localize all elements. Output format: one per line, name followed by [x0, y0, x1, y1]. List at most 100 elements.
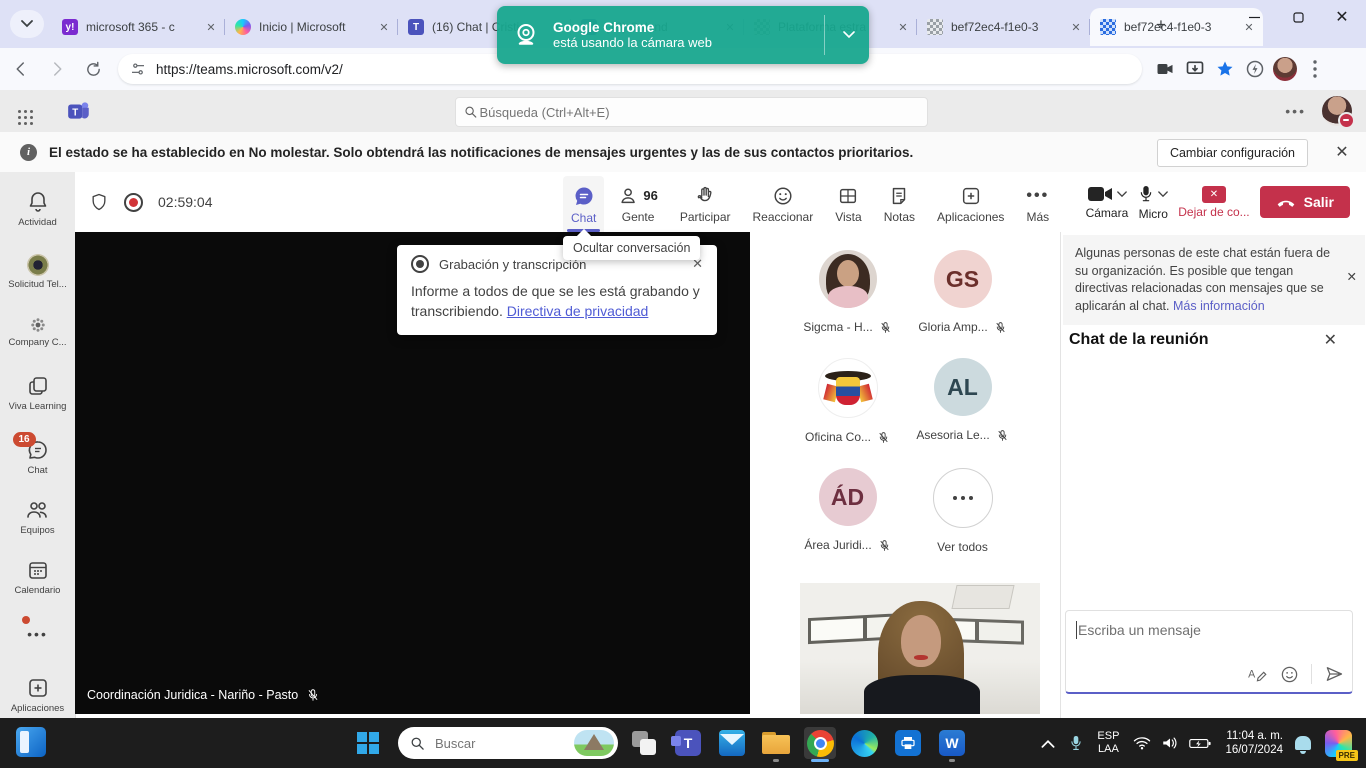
copilot-icon[interactable]: PRE — [1325, 730, 1352, 757]
calendar-icon — [26, 558, 50, 582]
mic-button[interactable]: Micro — [1138, 183, 1168, 221]
app-emblem-icon — [27, 254, 49, 276]
tray-mic-icon[interactable] — [1069, 733, 1083, 753]
site-settings-icon[interactable] — [130, 61, 146, 77]
stop-sharing-button[interactable]: ✕ Dejar de co... — [1178, 186, 1249, 219]
participant-initials-avatar: ÁD — [819, 468, 877, 526]
tray-chevron-up-icon[interactable] — [1041, 739, 1055, 748]
browser-tab-bef72ec4-1[interactable]: bef72ec4-f1e0-3 ✕ — [917, 10, 1090, 44]
message-input[interactable]: Escriba un mensaje — [1078, 622, 1201, 638]
battery-charging-icon[interactable] — [1189, 737, 1211, 750]
taskbar-clock[interactable]: 11:04 a. m.16/07/2024 — [1225, 729, 1283, 757]
see-all-participants-tile[interactable]: Ver todos — [905, 468, 1020, 554]
teams-search-input[interactable] — [477, 104, 919, 121]
sidebar-item-aplicaciones[interactable]: Aplicaciones — [0, 676, 75, 714]
toolbar-mas-button[interactable]: ••• Más — [1018, 176, 1057, 232]
sidebar-item-viva-learning[interactable]: Viva Learning — [0, 374, 75, 412]
start-button[interactable] — [352, 727, 384, 759]
camera-button[interactable]: Cámara — [1086, 184, 1129, 220]
emoji-icon[interactable] — [1280, 665, 1299, 684]
self-video-thumbnail[interactable] — [800, 583, 1040, 714]
change-settings-button[interactable]: Cambiar configuración — [1157, 139, 1308, 167]
taskbar-mail-icon[interactable] — [716, 727, 748, 759]
sidebar-item-chat[interactable]: 16 Chat — [0, 438, 75, 476]
browser-menu-icon[interactable] — [1300, 54, 1330, 84]
sidebar-item-calendario[interactable]: Calendario — [0, 558, 75, 596]
participant-tile[interactable]: AL Asesoria Le... — [905, 358, 1020, 444]
taskbar-scanner-app-icon[interactable] — [892, 727, 924, 759]
widgets-icon[interactable] — [16, 727, 46, 757]
taskbar-search-box[interactable] — [398, 727, 618, 759]
notification-bell-icon[interactable] — [1295, 736, 1311, 750]
notification-message: está usando la cámara web — [553, 35, 820, 50]
participant-tile[interactable]: Oficina Co... — [790, 358, 905, 444]
more-info-link[interactable]: Más información — [1173, 299, 1265, 313]
teams-more-menu-icon[interactable]: ••• — [1285, 103, 1306, 119]
forward-button[interactable] — [42, 54, 72, 84]
window-close-button[interactable]: ✕ — [1320, 0, 1364, 34]
svg-text:A: A — [1248, 668, 1256, 680]
tab-search-button[interactable] — [10, 10, 44, 38]
extension-icon[interactable] — [1240, 54, 1270, 84]
window-minimize-button[interactable] — [1232, 0, 1276, 34]
format-icon[interactable]: A — [1248, 665, 1268, 683]
tab-close-icon[interactable]: ✕ — [203, 19, 219, 35]
teams-profile-avatar[interactable] — [1322, 96, 1352, 126]
privacy-policy-link[interactable]: Directiva de privacidad — [507, 303, 649, 319]
tab-close-icon[interactable]: ✕ — [376, 19, 392, 35]
sidebar-item-solicitud[interactable]: Solicitud Tel... — [0, 254, 75, 290]
waffle-menu-icon[interactable] — [18, 110, 52, 113]
see-all-icon[interactable] — [933, 468, 993, 528]
toolbar-chat-button[interactable]: Chat — [563, 176, 604, 232]
wifi-icon[interactable] — [1133, 736, 1151, 750]
send-icon[interactable] — [1324, 664, 1344, 684]
toolbar-reaccionar-button[interactable]: Reaccionar — [745, 176, 822, 232]
chevron-down-icon[interactable] — [1117, 191, 1127, 198]
taskbar-teams-icon[interactable]: T — [672, 727, 704, 759]
language-indicator[interactable]: ESPLAA — [1097, 730, 1119, 756]
participant-tile[interactable]: GS Gloria Amp... — [905, 250, 1020, 334]
task-view-button[interactable] — [628, 727, 660, 759]
install-app-icon[interactable] — [1180, 54, 1210, 84]
camera-usage-notification[interactable]: Google Chrome está usando la cámara web — [497, 6, 869, 64]
toolbar-aplicaciones-button[interactable]: Aplicaciones — [929, 176, 1012, 232]
chevron-down-icon[interactable] — [1158, 191, 1168, 198]
bookmark-star-icon[interactable] — [1210, 54, 1240, 84]
participant-tile[interactable]: ÁD Área Juridi... — [790, 468, 905, 554]
sidebar-item-actividad[interactable]: Actividad — [0, 190, 75, 228]
new-tab-button[interactable]: + — [1150, 14, 1172, 36]
browser-profile-avatar[interactable] — [1270, 54, 1300, 84]
tab-close-icon[interactable]: ✕ — [1068, 19, 1084, 35]
browser-tab-m365[interactable]: y! microsoft 365 - c ✕ — [52, 10, 225, 44]
taskbar-search-input[interactable] — [433, 735, 557, 752]
taskbar-edge-icon[interactable] — [848, 727, 880, 759]
sidebar-item-more[interactable]: ••• — [0, 626, 75, 642]
toolbar-participar-button[interactable]: Participar — [672, 176, 739, 232]
toolbar-notas-button[interactable]: Notas — [876, 176, 923, 232]
sidebar-item-equipos[interactable]: Equipos — [0, 498, 75, 536]
message-composer[interactable]: Escriba un mensaje A — [1065, 610, 1353, 694]
toolbar-vista-button[interactable]: Vista — [827, 176, 869, 232]
toolbar-gente-button[interactable]: 96 Gente — [610, 176, 665, 232]
taskbar-chrome-icon[interactable] — [804, 727, 836, 759]
tab-title: bef72ec4-f1e0-3 — [951, 20, 1068, 34]
camera-allowed-icon[interactable] — [1150, 54, 1180, 84]
chat-panel-close-icon[interactable]: ✕ — [1324, 330, 1337, 350]
volume-icon[interactable] — [1161, 735, 1179, 751]
notice-close-icon[interactable]: ✕ — [1347, 269, 1357, 287]
tab-close-icon[interactable]: ✕ — [895, 19, 911, 35]
reload-button[interactable] — [78, 54, 108, 84]
browser-tab-inicio[interactable]: Inicio | Microsoft ✕ — [225, 10, 398, 44]
sidebar-item-company[interactable]: Company C... — [0, 316, 75, 348]
banner-close-icon[interactable]: ✕ — [1330, 140, 1354, 164]
back-button[interactable] — [6, 54, 36, 84]
notification-expand-button[interactable] — [829, 31, 869, 39]
leave-meeting-button[interactable]: Salir — [1260, 186, 1350, 218]
window-restore-button[interactable] — [1276, 0, 1320, 34]
participant-tile[interactable]: Sigcma - H... — [790, 250, 905, 334]
teams-search-box[interactable] — [455, 97, 928, 127]
security-shield-icon[interactable] — [89, 191, 109, 213]
taskbar-word-icon[interactable]: W — [936, 727, 968, 759]
taskbar-file-explorer-icon[interactable] — [760, 727, 792, 759]
viva-learning-icon — [26, 374, 50, 398]
